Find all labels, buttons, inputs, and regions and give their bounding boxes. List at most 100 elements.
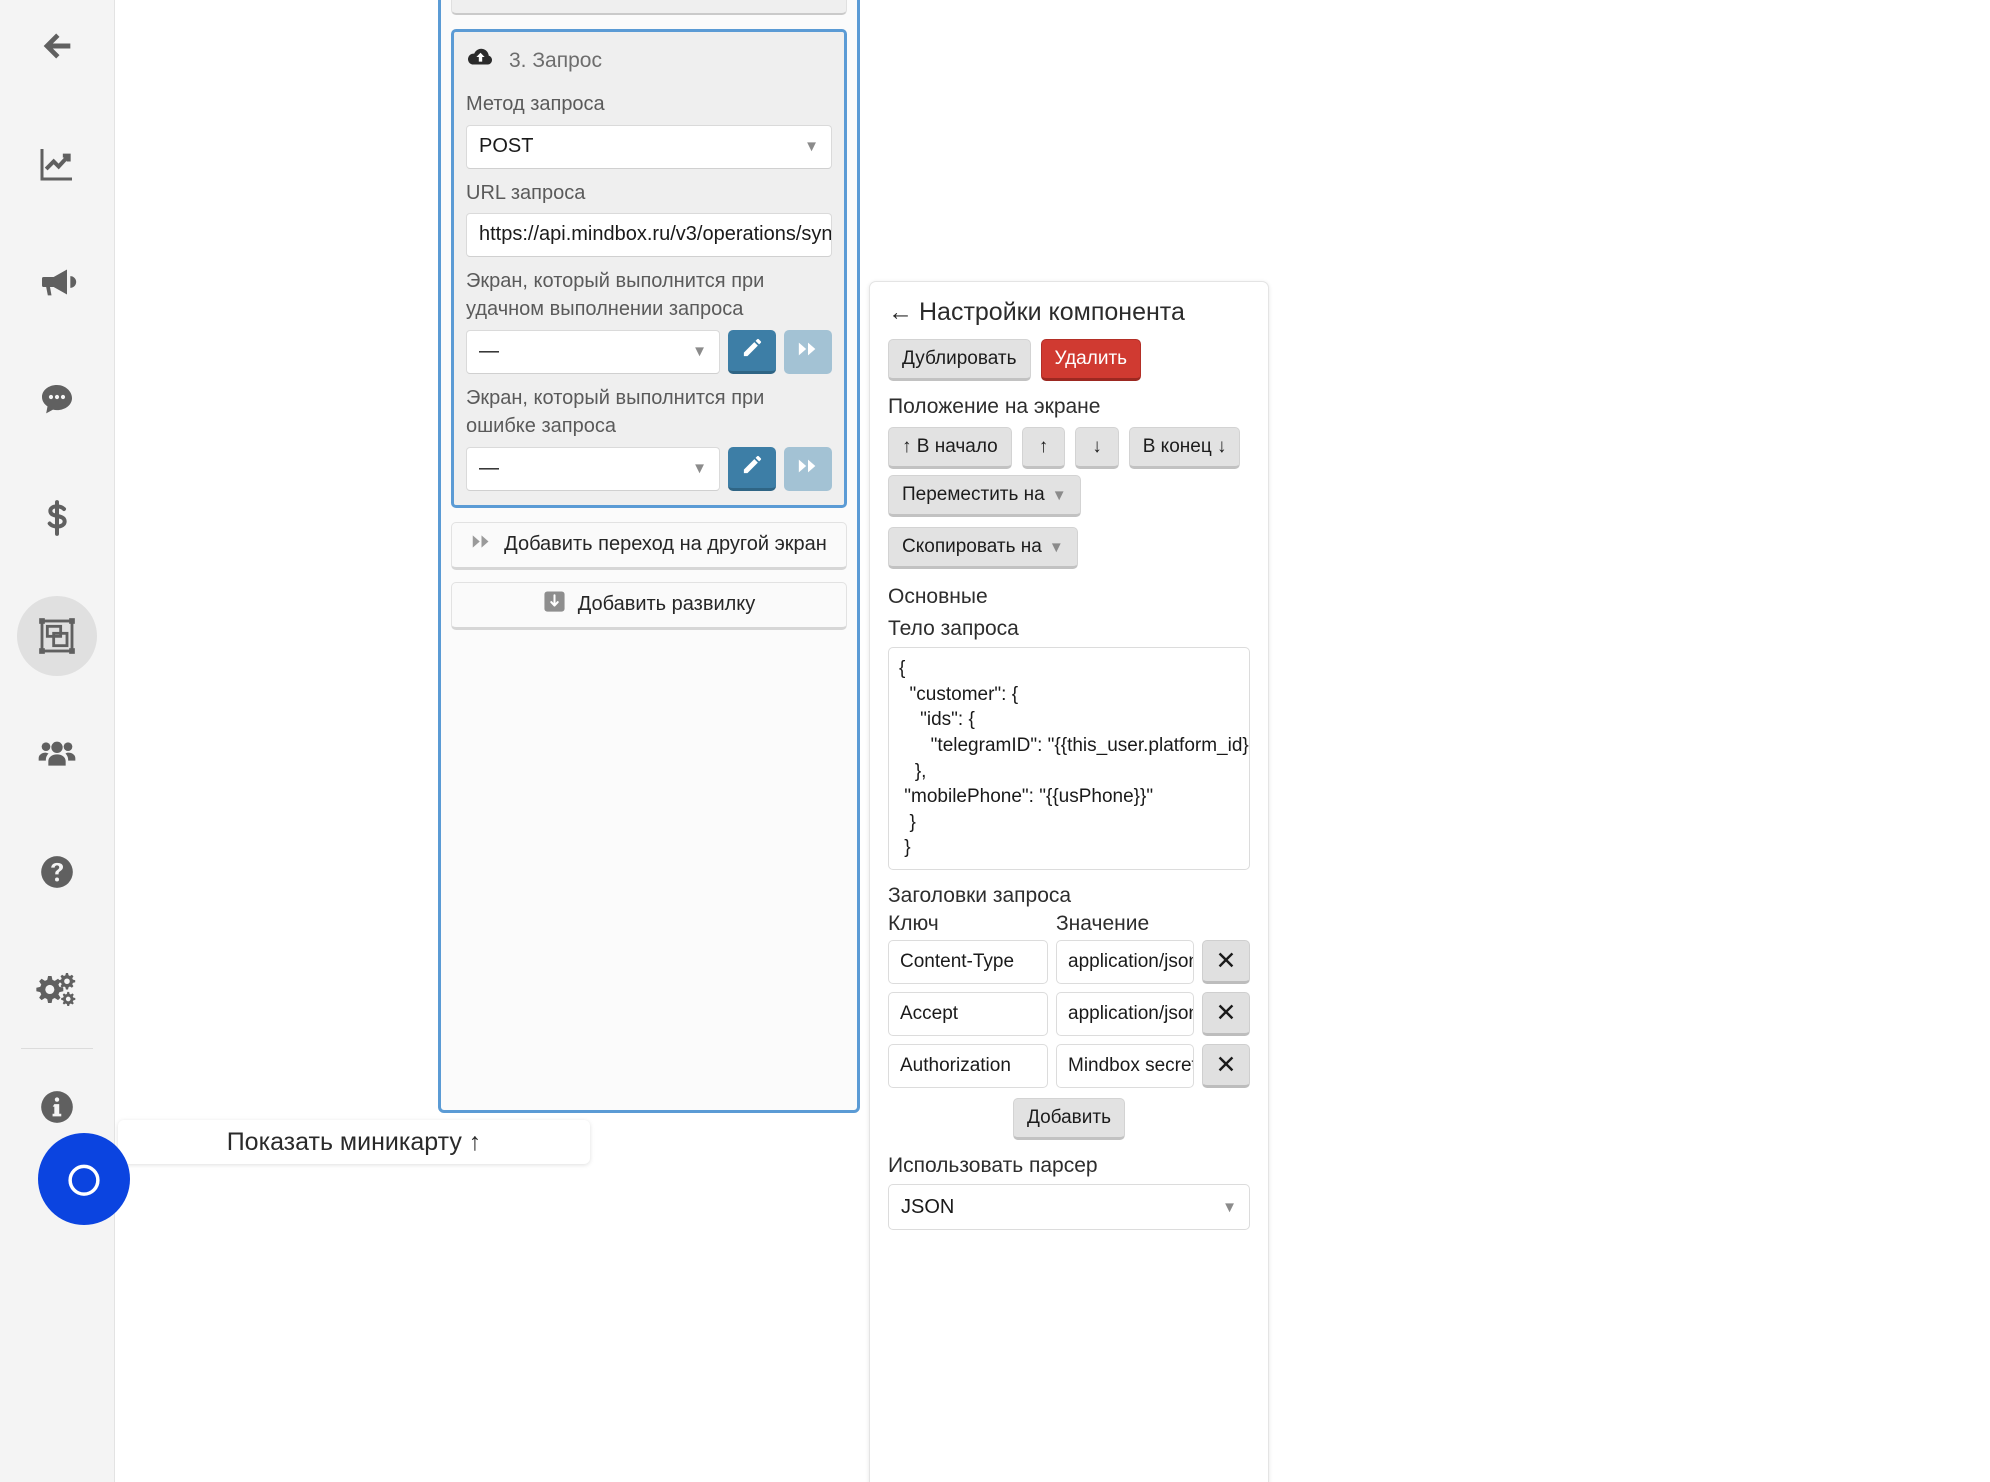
cloud-upload-icon [466,44,495,78]
success-edit-button[interactable] [728,329,776,374]
headers-column-titles: Ключ Значение [888,912,1250,936]
branch-icon [543,590,566,619]
sidebar-item-broadcast[interactable] [17,242,97,322]
header-value-input[interactable]: Mindbox secretKe [1056,1044,1194,1089]
error-screen-label: Экран, который выполнится при ошибке зап… [466,386,765,438]
add-header-button[interactable]: Добавить [1013,1098,1125,1141]
remove-header-button[interactable]: ✕ [1202,992,1250,1037]
fast-forward-icon [797,338,819,365]
url-label: URL запроса [466,181,586,204]
screens-builder-icon [37,616,77,656]
position-buttons-row-1: ↑ В начало ↑ ↓ В конец ↓ [888,427,1250,469]
success-screen-label: Экран, который выполнится при удачном вы… [466,269,765,321]
position-label: Положение на экране [888,395,1101,418]
header-value-input[interactable]: application/json [1056,992,1194,1037]
request-body-textarea[interactable]: { "customer": { "ids": { "telegramID": "… [888,647,1250,871]
sidebar-item-settings[interactable] [17,950,97,1030]
error-edit-button[interactable] [728,446,776,491]
header-key-input[interactable]: Authorization [888,1044,1048,1089]
chat-bubble-icon [37,380,77,420]
header-value-column-title: Значение [1056,912,1150,936]
megaphone-icon [37,262,77,302]
table-row: Authorization Mindbox secretKe ✕ [888,1044,1250,1089]
copy-to-label: Скопировать на [902,536,1042,557]
parser-select[interactable]: JSON ▼ [888,1184,1250,1231]
error-screen-row: — ▼ [466,446,832,491]
sidebar-item-messages[interactable] [17,360,97,440]
chevron-down-icon: ▼ [1051,486,1067,504]
parser-value: JSON [901,1195,955,1218]
add-branch-button[interactable]: Добавить развилку [451,581,847,630]
show-minimap-button[interactable]: Показать миникарту ↑ [118,1120,590,1164]
sidebar-item-analytics[interactable] [17,124,97,204]
info-icon [38,1088,76,1126]
delete-button[interactable]: Удалить [1040,339,1142,381]
panel-title: ← Настройки компонента [888,298,1250,327]
component-settings-panel: ← Настройки компонента Дублировать Удалит… [869,281,1269,1482]
header-value-input[interactable]: application/json [1056,940,1194,985]
fast-forward-icon [797,455,819,482]
add-transition-button[interactable]: Добавить переход на другой экран [451,521,847,570]
analytics-chart-icon [37,144,77,184]
move-to-start-button[interactable]: ↑ В начало [888,427,1012,469]
header-key-input[interactable]: Content-Type [888,940,1048,985]
chat-widget-button[interactable] [38,1133,130,1225]
method-select[interactable]: POST ▼ [466,124,832,169]
basic-section-label: Основные [888,585,988,608]
users-icon [37,734,77,774]
chevron-down-icon: ▼ [1222,1198,1237,1216]
step3-title: 3. Запрос [509,49,602,73]
sidebar-item-help[interactable] [17,832,97,912]
success-screen-row: — ▼ [466,329,832,374]
add-branch-label: Добавить развилку [577,593,756,616]
remove-header-button[interactable]: ✕ [1202,1044,1250,1089]
dollar-icon [37,498,77,538]
fast-forward-icon [471,531,492,558]
header-key-input[interactable]: Accept [888,992,1048,1037]
chevron-down-icon: ▼ [1048,538,1064,556]
chevron-down-icon: ▼ [692,343,707,361]
error-screen-value: — [479,457,499,480]
table-row: Content-Type application/json ✕ [888,940,1250,985]
step-card-user-input[interactable]: 2. Ввод от пользователя Имя переменной, … [451,0,847,16]
copy-to-dropdown[interactable]: Скопировать на ▼ [888,527,1078,569]
method-value: POST [479,135,534,158]
request-body-label: Тело запроса [888,617,1019,640]
move-to-end-button[interactable]: В конец ↓ [1128,427,1241,469]
sidebar-item-billing[interactable] [17,478,97,558]
panel-title-text: Настройки компонента [919,298,1185,326]
sidebar-divider [21,1048,93,1049]
question-mark-icon [38,853,76,891]
chat-widget-icon [58,1151,110,1208]
header-key-column-title: Ключ [888,912,939,936]
success-screen-select[interactable]: — ▼ [466,329,720,374]
back-arrow-icon [37,26,77,66]
sidebar-item-back[interactable] [17,6,97,86]
sidebar-item-builder[interactable] [17,596,97,676]
add-header-row: Добавить [888,1098,1250,1141]
position-buttons-row-2: Переместить на ▼ Скопировать на ▼ [888,475,1250,569]
back-arrow-icon[interactable]: ← [888,298,913,326]
parser-label: Использовать парсер [888,1154,1098,1178]
step-card-request[interactable]: 3. Запрос Метод запроса POST ▼ URL запро… [451,29,847,508]
remove-header-button[interactable]: ✕ [1202,940,1250,985]
panel-action-buttons: Дублировать Удалить [888,339,1250,381]
flow-screen-container[interactable]: 2. Ввод от пользователя Имя переменной, … [438,0,860,1113]
gears-icon [36,969,78,1011]
sidebar-item-users[interactable] [17,714,97,794]
move-to-dropdown[interactable]: Переместить на ▼ [888,475,1081,517]
success-goto-button[interactable] [784,329,832,374]
table-row: Accept application/json ✕ [888,992,1250,1037]
add-transition-label: Добавить переход на другой экран [504,533,827,556]
duplicate-button[interactable]: Дублировать [888,339,1031,381]
pencil-icon [741,453,764,481]
error-screen-select[interactable]: — ▼ [466,446,720,491]
left-sidebar [0,0,115,1482]
chevron-down-icon: ▼ [804,138,819,156]
move-to-label: Переместить на [902,484,1045,505]
move-down-button[interactable]: ↓ [1075,427,1119,469]
success-screen-value: — [479,340,499,363]
move-up-button[interactable]: ↑ [1021,427,1066,469]
url-input[interactable]: https://api.mindbox.ru/v3/operations/syn… [466,212,832,257]
error-goto-button[interactable] [784,446,832,491]
